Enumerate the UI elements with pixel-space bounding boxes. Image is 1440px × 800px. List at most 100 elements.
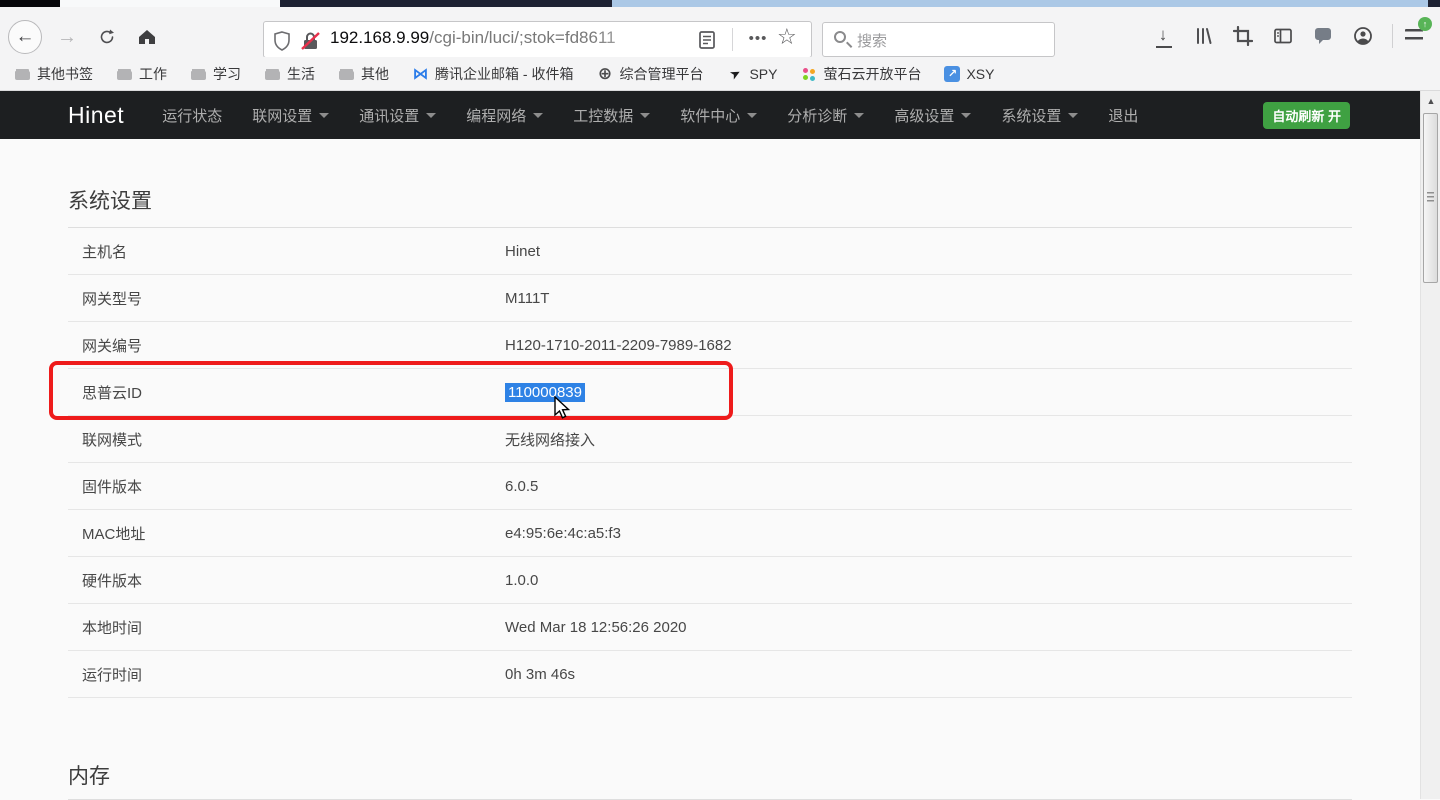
browser-toolbar: ← → 192.168.9.99/cgi-bin/luci/;stok=fd86…: [0, 7, 1440, 57]
row-value-text[interactable]: 1.0.0: [505, 572, 538, 589]
nav-menu-item[interactable]: 软件中心: [680, 105, 757, 126]
downloads-button[interactable]: ↓: [1150, 23, 1176, 49]
insecure-lock-icon[interactable]: [300, 31, 322, 51]
bookmark-label: 其他: [361, 64, 389, 84]
row-label: 本地时间: [82, 617, 505, 638]
row-value: Hinet: [505, 243, 1352, 260]
titlebar-light-segment: [612, 0, 1428, 7]
ezviz-icon: [800, 66, 817, 82]
nav-menu-item[interactable]: 联网设置: [252, 105, 329, 126]
sidebar-icon: [1273, 27, 1293, 45]
row-value: e4:95:6e:4c:a5:f3: [505, 525, 1352, 542]
reload-button[interactable]: [90, 20, 124, 54]
account-icon: [1353, 26, 1373, 46]
bookmark-item[interactable]: SPY: [726, 66, 777, 82]
row-value-text[interactable]: e4:95:6e:4c:a5:f3: [505, 525, 621, 542]
nav-menu-label: 高级设置: [894, 105, 954, 126]
folder-icon: [338, 66, 355, 82]
url-path: /cgi-bin/luci/;stok=fd8611: [429, 28, 615, 47]
row-value: 6.0.5: [505, 478, 1352, 495]
home-button[interactable]: [130, 20, 164, 54]
sidebars-button[interactable]: [1270, 23, 1296, 49]
row-value-text[interactable]: 110000839: [505, 383, 585, 402]
bookmark-label: XSY: [966, 66, 994, 82]
nav-menu-item[interactable]: 运行状态: [162, 105, 222, 126]
row-value-text[interactable]: 0h 3m 46s: [505, 666, 575, 683]
bookmarks-bar: 其他书签 工作 学习 生活 其他 腾讯企业邮箱 - 收件箱 综合管理平台: [0, 57, 1440, 91]
nav-menu-item[interactable]: 编程网络: [466, 105, 543, 126]
scrollbar-up-arrow[interactable]: ▲: [1423, 93, 1439, 109]
page-title: 系统设置: [68, 185, 1352, 215]
titlebar-corner: [1428, 0, 1440, 7]
table-row: 思普云ID 110000839: [68, 369, 1352, 416]
bookmark-item[interactable]: 学习: [190, 64, 241, 84]
folder-icon: [190, 66, 207, 82]
update-badge-icon: ↑: [1418, 17, 1432, 31]
tracking-shield-icon[interactable]: [273, 31, 291, 51]
row-value-text[interactable]: Wed Mar 18 12:56:26 2020: [505, 619, 687, 636]
brand-logo[interactable]: Hinet: [68, 102, 124, 129]
bookmark-item[interactable]: 生活: [264, 64, 315, 84]
nav-menu-item[interactable]: 系统设置: [1001, 105, 1078, 126]
bookmark-label: 其他书签: [37, 64, 93, 84]
nav-menu-label: 联网设置: [252, 105, 312, 126]
nav-menu-label: 工控数据: [573, 105, 633, 126]
nav-menu-item[interactable]: 高级设置: [894, 105, 971, 126]
row-value-text[interactable]: 无线网络接入: [505, 432, 595, 449]
row-label: 硬件版本: [82, 570, 505, 591]
table-row: 网关编号 H120-1710-2011-2209-7989-1682: [68, 322, 1352, 369]
row-label: 思普云ID: [82, 382, 505, 403]
bookmark-star-icon[interactable]: ☆: [777, 24, 797, 50]
table-row: 固件版本 6.0.5: [68, 463, 1352, 510]
row-label: 联网模式: [82, 429, 505, 450]
row-value: H120-1710-2011-2209-7989-1682: [505, 337, 1352, 354]
row-value-text[interactable]: 6.0.5: [505, 478, 538, 495]
nav-menu-label: 分析诊断: [787, 105, 847, 126]
nav-menu-item[interactable]: 退出: [1108, 105, 1138, 126]
bookmark-item[interactable]: 腾讯企业邮箱 - 收件箱: [412, 64, 573, 84]
library-button[interactable]: [1190, 23, 1216, 49]
toolbar-divider: [1392, 24, 1393, 48]
row-value: 110000839: [505, 384, 1352, 401]
forward-button[interactable]: →: [50, 20, 84, 54]
nav-menu-label: 运行状态: [162, 105, 222, 126]
bookmark-item[interactable]: 工作: [116, 64, 167, 84]
page-scrollbar[interactable]: ▲: [1420, 91, 1440, 799]
table-row: MAC地址 e4:95:6e:4c:a5:f3: [68, 510, 1352, 557]
home-icon: [137, 28, 157, 46]
folder-icon: [116, 66, 133, 82]
hamburger-icon: [1405, 29, 1423, 43]
nav-menu-label: 编程网络: [466, 105, 526, 126]
nav-menu-item[interactable]: 通讯设置: [359, 105, 436, 126]
bookmark-item[interactable]: 萤石云开放平台: [800, 64, 921, 84]
active-tab-edge: [60, 0, 280, 7]
crop-icon: [1233, 26, 1253, 46]
page-content: 系统设置 主机名 Hinet 网关型号 M111T 网关编号 H120-1710…: [0, 139, 1420, 799]
row-value-text[interactable]: M111T: [505, 290, 549, 307]
account-button[interactable]: [1350, 23, 1376, 49]
search-box[interactable]: 搜索: [822, 22, 1055, 57]
back-button[interactable]: ←: [8, 20, 42, 54]
bookmark-label: 生活: [287, 64, 315, 84]
row-value-text[interactable]: H120-1710-2011-2209-7989-1682: [505, 337, 732, 354]
bookmark-label: 腾讯企业邮箱 - 收件箱: [435, 64, 573, 84]
screenshot-button[interactable]: [1230, 23, 1256, 49]
bookmark-item[interactable]: XSY: [944, 66, 994, 82]
app-menu-button[interactable]: ↑: [1402, 23, 1428, 49]
page-actions-button[interactable]: •••: [743, 26, 773, 52]
bookmark-item[interactable]: 综合管理平台: [596, 64, 703, 84]
auto-refresh-toggle[interactable]: 自动刷新 开: [1263, 102, 1350, 129]
bookmark-item[interactable]: 其他: [338, 64, 389, 84]
bookmark-label: 综合管理平台: [619, 64, 703, 84]
messenger-button[interactable]: [1310, 23, 1336, 49]
url-bar[interactable]: 192.168.9.99/cgi-bin/luci/;stok=fd8611 •…: [263, 21, 812, 58]
nav-menu-item[interactable]: 分析诊断: [787, 105, 864, 126]
nav-menu: 运行状态 联网设置 通讯设置 编程网络 工控数据 软件中心 分析诊断: [162, 105, 1138, 126]
bookmark-item[interactable]: 其他书签: [14, 64, 93, 84]
nav-menu-item[interactable]: 工控数据: [573, 105, 650, 126]
table-row: 运行时间 0h 3m 46s: [68, 651, 1352, 698]
row-value-text[interactable]: Hinet: [505, 243, 540, 260]
reader-mode-icon[interactable]: [698, 30, 716, 50]
nav-menu-label: 通讯设置: [359, 105, 419, 126]
scrollbar-thumb[interactable]: [1423, 113, 1438, 283]
